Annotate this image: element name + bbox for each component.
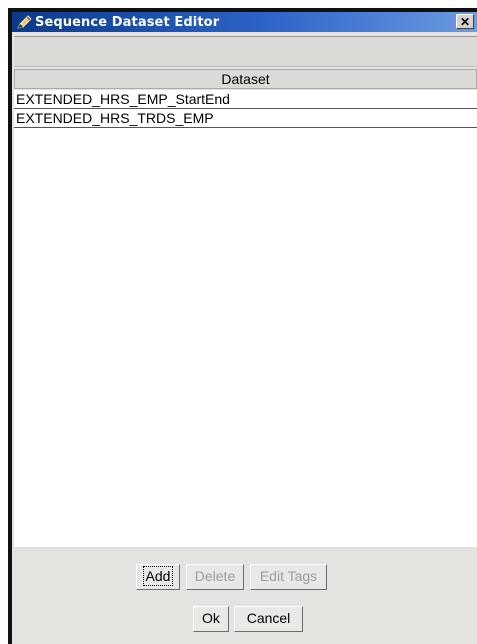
cancel-button[interactable]: Cancel — [234, 606, 303, 632]
column-header-dataset[interactable]: Dataset — [14, 69, 477, 89]
dataset-list[interactable]: EXTENDED_HRS_EMP_StartEnd EXTENDED_HRS_T… — [14, 90, 477, 547]
close-icon: ✕ — [459, 15, 471, 29]
cancel-button-label: Cancel — [246, 610, 291, 626]
add-button-label: Add — [142, 566, 174, 586]
edit-tags-button[interactable]: Edit Tags — [250, 564, 327, 590]
window-title: Sequence Dataset Editor — [35, 14, 220, 30]
pen-icon — [17, 15, 32, 29]
add-button[interactable]: Add — [136, 564, 180, 590]
title-bar[interactable]: Sequence Dataset Editor ✕ — [12, 12, 477, 32]
delete-button[interactable]: Delete — [186, 564, 244, 590]
list-item[interactable]: EXTENDED_HRS_EMP_StartEnd — [14, 90, 477, 109]
close-button[interactable]: ✕ — [456, 14, 474, 29]
list-item[interactable]: EXTENDED_HRS_TRDS_EMP — [14, 109, 477, 128]
edit-tags-button-label: Edit Tags — [259, 568, 318, 584]
toolbar — [14, 36, 477, 67]
delete-button-label: Delete — [194, 568, 236, 584]
sequence-dataset-editor-window: Sequence Dataset Editor ✕ Dataset EXTEND… — [8, 8, 477, 644]
ok-button-label: Ok — [202, 610, 220, 626]
ok-button[interactable]: Ok — [193, 606, 229, 632]
